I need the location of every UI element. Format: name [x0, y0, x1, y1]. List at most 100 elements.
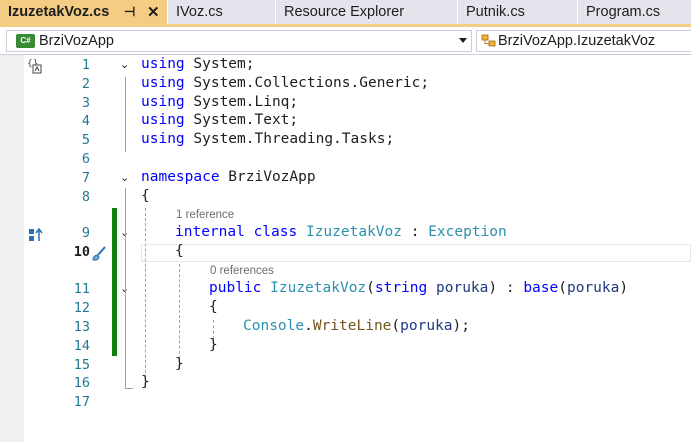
- codelens-references[interactable]: 0 references: [210, 265, 274, 277]
- line-number: 1: [81, 57, 90, 73]
- project-name: BrziVozApp: [39, 33, 114, 49]
- navigation-bar: C# BrziVozApp BrziVozApp.IzuzetakVoz: [0, 27, 691, 55]
- keyword: internal: [175, 224, 245, 240]
- code-line: }: [141, 374, 150, 390]
- line-number: 5: [81, 132, 90, 148]
- tab-label: Program.cs: [586, 4, 661, 20]
- project-dropdown[interactable]: C# BrziVozApp: [6, 30, 472, 52]
- code-line: {: [175, 243, 184, 259]
- line-number: 8: [81, 189, 90, 205]
- code-text: ) :: [488, 280, 524, 296]
- code-text: System;: [184, 56, 255, 72]
- tab-putnik[interactable]: Putnik.cs: [458, 0, 578, 24]
- keyword: base: [523, 280, 559, 296]
- code-text: }: [141, 374, 150, 390]
- chevron-down-icon[interactable]: ⌄: [120, 58, 129, 71]
- indent-guide: [179, 264, 180, 369]
- code-text: {: [209, 299, 218, 315]
- code-line: Console.WriteLine(poruka);: [243, 318, 470, 334]
- parameter: poruka: [436, 280, 489, 296]
- tab-resource-explorer[interactable]: Resource Explorer: [276, 0, 458, 24]
- code-line: using System.Text;: [141, 112, 298, 128]
- keyword: using: [141, 131, 185, 147]
- line-number: 14: [73, 338, 90, 354]
- type-name: Console: [243, 318, 305, 334]
- line-number: 3: [81, 95, 90, 111]
- line-number: 17: [73, 394, 90, 410]
- csharp-project-icon: C#: [16, 34, 35, 48]
- code-line: }: [209, 337, 218, 353]
- codelens-references[interactable]: 1 reference: [176, 209, 234, 221]
- pin-icon[interactable]: ⊣: [124, 4, 135, 20]
- code-text: {: [175, 243, 184, 259]
- code-text: (: [366, 280, 375, 296]
- code-text: System.Threading.Tasks;: [184, 131, 395, 147]
- keyword: using: [141, 94, 185, 110]
- member-dropdown[interactable]: BrziVozApp.IzuzetakVoz: [476, 30, 691, 52]
- tab-program[interactable]: Program.cs: [578, 0, 691, 24]
- type-name: Exception: [428, 224, 507, 240]
- tab-label: IVoz.cs: [176, 4, 223, 20]
- code-line: }: [175, 356, 184, 372]
- code-text: System.Linq;: [184, 94, 299, 110]
- outline-line: [125, 77, 126, 152]
- line-number: 11: [73, 281, 90, 297]
- code-text: ): [619, 280, 629, 296]
- code-line: {: [209, 299, 218, 315]
- tab-label: IzuzetakVoz.cs: [8, 4, 110, 20]
- type-name: IzuzetakVoz: [270, 280, 367, 296]
- parameter: poruka: [400, 318, 453, 334]
- line-number: 13: [73, 319, 90, 335]
- class-icon: [481, 34, 496, 48]
- indicator-margin: [0, 55, 24, 442]
- quick-actions-brush-icon[interactable]: [90, 245, 108, 268]
- code-text: );: [452, 318, 471, 334]
- keyword: string: [374, 280, 428, 296]
- code-text: BrziVozApp: [219, 169, 316, 185]
- keyword: using: [141, 56, 185, 72]
- tab-label: Putnik.cs: [466, 4, 525, 20]
- line-number: 6: [81, 151, 90, 167]
- inheritance-icon[interactable]: [28, 227, 44, 248]
- code-editor[interactable]: {} 1 2 3 4 5 6 7 8 9 10 11 12 13 14 15 1…: [0, 55, 691, 442]
- line-number: 4: [81, 113, 90, 129]
- code-text: System.Text;: [184, 112, 299, 128]
- code-snippet-icon: {}: [27, 58, 43, 79]
- keyword: class: [253, 224, 298, 240]
- keyword: using: [141, 75, 185, 91]
- indent-guide: [145, 208, 146, 388]
- change-tracking-bar: [112, 208, 117, 356]
- code-text: System.Collections.Generic;: [184, 75, 430, 91]
- parameter: poruka: [566, 280, 620, 296]
- line-number: 2: [81, 76, 90, 92]
- line-number-current: 10: [73, 244, 90, 260]
- outline-line: [125, 188, 126, 388]
- code-line: using System;: [141, 56, 255, 72]
- code-text: :: [402, 224, 429, 240]
- close-icon[interactable]: ✕: [147, 3, 160, 21]
- document-tab-strip: IzuzetakVoz.cs ⊣ ✕ IVoz.cs Resource Expl…: [0, 0, 691, 27]
- code-line: internal class IzuzetakVoz : Exception: [175, 224, 507, 240]
- code-line: public IzuzetakVoz(string poruka) : base…: [209, 280, 628, 296]
- tab-izuzetakvoz[interactable]: IzuzetakVoz.cs ⊣ ✕: [0, 0, 168, 24]
- code-text: .: [304, 318, 313, 334]
- outline-end: [125, 388, 133, 389]
- code-line: namespace BrziVozApp: [141, 169, 316, 185]
- line-number: 7: [81, 170, 90, 186]
- keyword: namespace: [141, 169, 220, 185]
- line-number: 9: [81, 225, 90, 241]
- code-text: }: [209, 337, 218, 353]
- member-name: BrziVozApp.IzuzetakVoz: [498, 33, 656, 49]
- current-line-highlight: [141, 244, 691, 262]
- tab-ivoz[interactable]: IVoz.cs: [168, 0, 276, 24]
- keyword: using: [141, 112, 185, 128]
- code-line: using System.Threading.Tasks;: [141, 131, 394, 147]
- line-number: 16: [73, 375, 90, 391]
- method-name: WriteLine: [312, 318, 392, 334]
- code-line: using System.Linq;: [141, 94, 298, 110]
- chevron-down-icon: [459, 38, 467, 43]
- code-line: {: [141, 188, 150, 204]
- code-text: (: [391, 318, 401, 334]
- chevron-down-icon[interactable]: ⌄: [120, 171, 129, 184]
- line-number: 12: [73, 300, 90, 316]
